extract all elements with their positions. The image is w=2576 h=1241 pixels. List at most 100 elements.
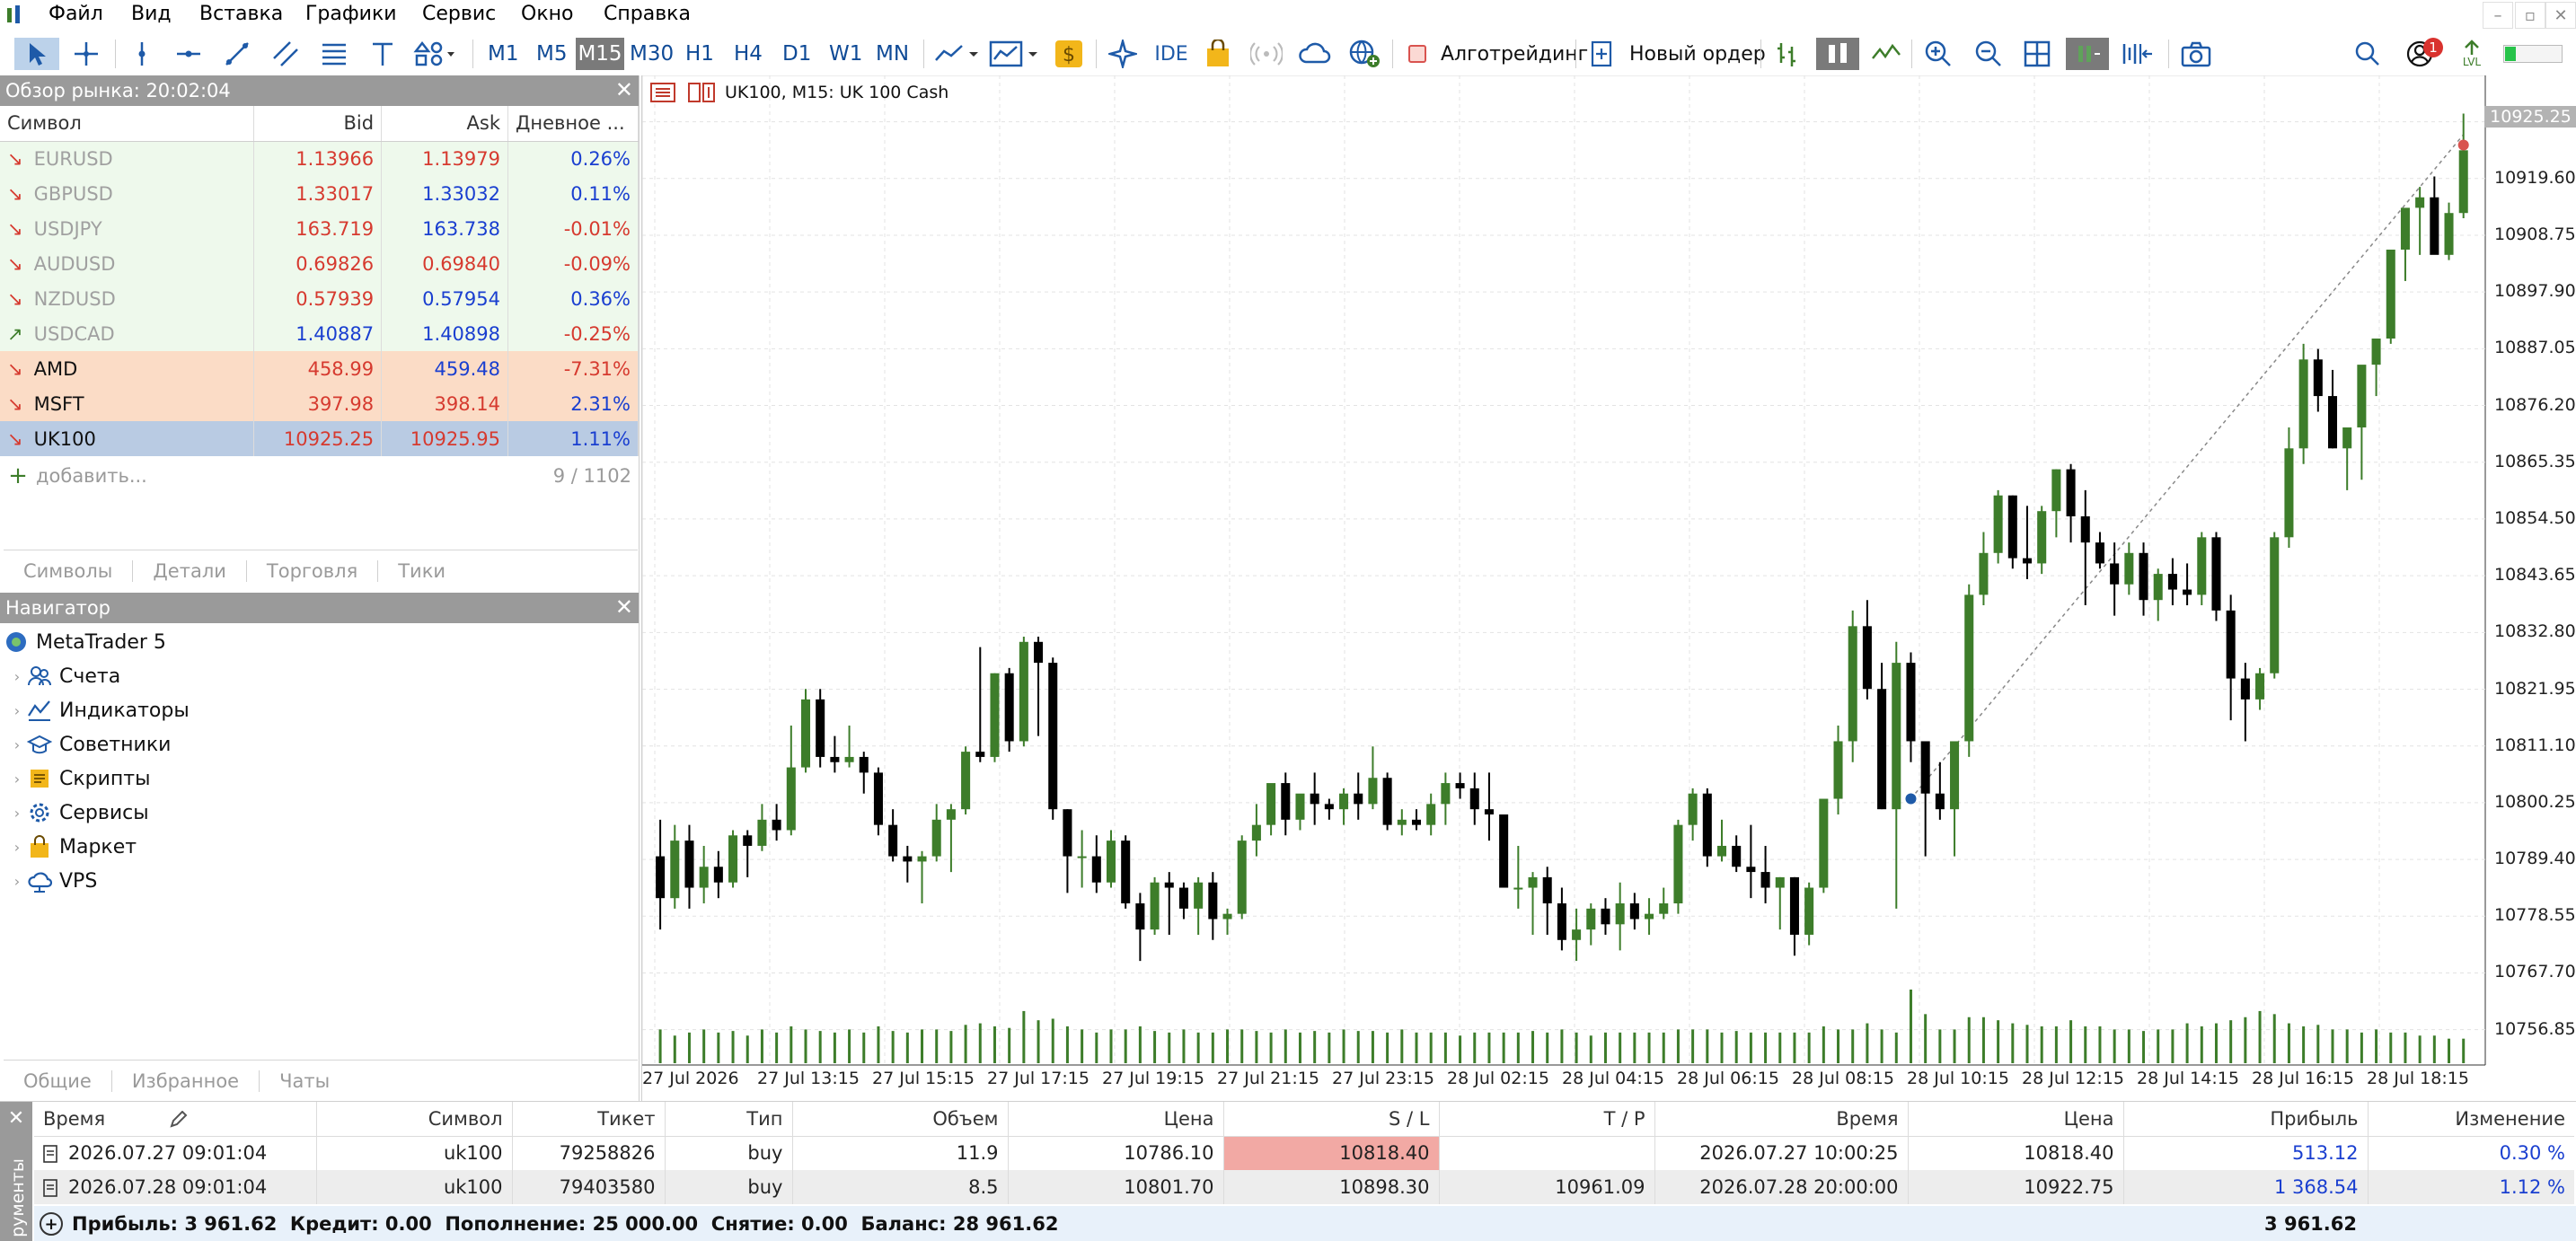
search-button[interactable] xyxy=(2350,38,2386,70)
market-button[interactable] xyxy=(1202,38,1234,70)
col-bid[interactable]: Bid xyxy=(253,106,383,142)
menu-window[interactable]: Окно xyxy=(521,3,573,25)
summary-expand-icon[interactable]: + xyxy=(40,1212,63,1236)
minimize-button[interactable]: – xyxy=(2483,2,2513,29)
nav-item-indicators[interactable]: › Индикаторы xyxy=(7,693,190,727)
indicators-button[interactable] xyxy=(988,38,1042,70)
close-window-button[interactable]: ✕ xyxy=(2545,2,2576,29)
chart-properties-icon[interactable] xyxy=(687,81,718,104)
market-watch-row[interactable]: ↘ UK100 10925.25 10925.95 1.11% xyxy=(0,421,639,456)
web-plus-button[interactable] xyxy=(1347,38,1383,70)
zoom-out-button[interactable] xyxy=(1971,38,2007,70)
chart-type-button[interactable] xyxy=(932,38,983,70)
ide-button[interactable]: IDE xyxy=(1151,38,1191,70)
expand-arrow-icon[interactable]: › xyxy=(7,736,27,753)
expand-arrow-icon[interactable]: › xyxy=(7,805,27,822)
tab-chats[interactable]: Чаты xyxy=(260,1070,349,1092)
tile-windows-button[interactable] xyxy=(2019,38,2055,70)
channel-button[interactable] xyxy=(269,38,302,70)
autoscroll-button[interactable] xyxy=(2066,38,2109,70)
col-symbol-h[interactable]: Символ xyxy=(316,1102,513,1136)
candles-button[interactable] xyxy=(1816,38,1859,70)
text-tool-button[interactable] xyxy=(366,38,399,70)
expand-arrow-icon[interactable]: › xyxy=(7,873,27,890)
col-close-price[interactable]: Цена xyxy=(1908,1102,2124,1136)
account-button[interactable]: 1 xyxy=(2398,38,2443,70)
nav-item-scripts[interactable]: › Скрипты xyxy=(7,761,151,796)
tf-m5-button[interactable]: M5 xyxy=(534,38,569,70)
algotrading-button[interactable]: Алготрейдинг xyxy=(1403,38,1593,70)
cursor-tool-button[interactable] xyxy=(14,38,59,70)
tf-m1-button[interactable]: M1 xyxy=(485,38,521,70)
menu-file[interactable]: Файл xyxy=(49,3,103,25)
nav-item-vps[interactable]: › VPS xyxy=(7,864,97,898)
vertical-line-button[interactable] xyxy=(126,38,158,70)
screenshot-button[interactable] xyxy=(2177,38,2215,70)
line-chart-button[interactable] xyxy=(1868,38,1904,70)
col-volume[interactable]: Объем xyxy=(792,1102,1009,1136)
tab-favorites[interactable]: Избранное xyxy=(112,1069,260,1092)
tab-ticks[interactable]: Тики xyxy=(378,560,465,582)
tf-m30-button[interactable]: M30 xyxy=(627,38,676,70)
nav-root-metatrader[interactable]: MetaTrader 5 xyxy=(4,625,166,659)
col-close-time[interactable]: Время xyxy=(1654,1102,1909,1136)
chart-shift-button[interactable] xyxy=(2118,38,2157,70)
price-chart[interactable] xyxy=(642,75,2576,1101)
col-change[interactable]: Изменение xyxy=(2368,1102,2574,1136)
nav-item-experts[interactable]: › Советники xyxy=(7,727,172,761)
menu-insert[interactable]: Вставка xyxy=(199,3,283,25)
tab-general[interactable]: Общие xyxy=(4,1069,112,1092)
new-order-button[interactable]: Новый ордер xyxy=(1584,38,1771,70)
expand-arrow-icon[interactable]: › xyxy=(7,839,27,856)
crosshair-tool-button[interactable] xyxy=(68,38,104,70)
menu-tools[interactable]: Сервис xyxy=(422,3,496,25)
col-type[interactable]: Тип xyxy=(665,1102,793,1136)
col-symbol[interactable]: Символ xyxy=(0,106,255,142)
expand-arrow-icon[interactable]: › xyxy=(7,770,27,788)
market-watch-row[interactable]: ↘ GBPUSD 1.33017 1.33032 0.11% xyxy=(0,176,639,211)
zoom-in-button[interactable] xyxy=(1920,38,1956,70)
horizontal-line-button[interactable] xyxy=(172,38,205,70)
level-button[interactable]: LVL xyxy=(2454,38,2490,70)
col-daily-change[interactable]: Дневное ... xyxy=(507,106,639,142)
expand-arrow-icon[interactable]: › xyxy=(7,702,27,719)
chart-list-icon[interactable] xyxy=(649,81,676,104)
menu-help[interactable]: Справка xyxy=(604,3,691,25)
trendline-button[interactable] xyxy=(221,38,253,70)
ai-assistant-button[interactable] xyxy=(1105,38,1141,70)
menu-view[interactable]: Вид xyxy=(131,3,172,25)
nav-item-services[interactable]: › Сервисы xyxy=(7,796,149,830)
tf-m15-button[interactable]: M15 xyxy=(576,38,624,70)
chart-window[interactable]: UK100, M15: UK 100 Cash 10930.4510919.60… xyxy=(641,75,2576,1101)
nav-item-accounts[interactable]: › Счета xyxy=(7,659,120,693)
market-watch-row[interactable]: ↘ AUDUSD 0.69826 0.69840 -0.09% xyxy=(0,246,639,281)
tf-w1-button[interactable]: W1 xyxy=(826,38,865,70)
fibo-button[interactable] xyxy=(318,38,350,70)
tab-symbols[interactable]: Символы xyxy=(4,559,134,582)
menu-charts[interactable]: Графики xyxy=(305,3,397,25)
col-tp[interactable]: T / P xyxy=(1439,1102,1655,1136)
market-watch-close-icon[interactable]: ✕ xyxy=(615,77,633,102)
market-watch-row[interactable]: ↗ USDCAD 1.40887 1.40898 -0.25% xyxy=(0,316,639,351)
navigator-close-icon[interactable]: ✕ xyxy=(615,594,633,620)
tf-mn-button[interactable]: MN xyxy=(873,38,912,70)
add-symbol-row[interactable]: + добавить... 9 / 1102 xyxy=(0,458,639,493)
tf-d1-button[interactable]: D1 xyxy=(780,38,814,70)
tab-trading[interactable]: Торговля xyxy=(247,559,379,582)
edit-pencil-icon[interactable] xyxy=(169,1110,190,1129)
col-time[interactable]: Время xyxy=(34,1102,317,1136)
restore-button[interactable]: ▫ xyxy=(2515,2,2545,29)
bar-chart-button[interactable] xyxy=(1769,38,1805,70)
market-watch-row[interactable]: ↘ NZDUSD 0.57939 0.57954 0.36% xyxy=(0,281,639,316)
market-watch-row[interactable]: ↘ EURUSD 1.13966 1.13979 0.26% xyxy=(0,141,639,176)
shapes-button[interactable] xyxy=(411,38,458,70)
col-ask[interactable]: Ask xyxy=(381,106,508,142)
toolbox-close-icon[interactable]: ✕ xyxy=(0,1105,32,1131)
nav-item-market[interactable]: › Маркет xyxy=(7,830,137,864)
col-price[interactable]: Цена xyxy=(1008,1102,1224,1136)
col-ticket[interactable]: Тикет xyxy=(512,1102,666,1136)
tab-details[interactable]: Детали xyxy=(133,559,247,582)
tf-h4-button[interactable]: H4 xyxy=(731,38,765,70)
col-profit[interactable]: Прибыль xyxy=(2123,1102,2369,1136)
col-sl[interactable]: S / L xyxy=(1223,1102,1440,1136)
